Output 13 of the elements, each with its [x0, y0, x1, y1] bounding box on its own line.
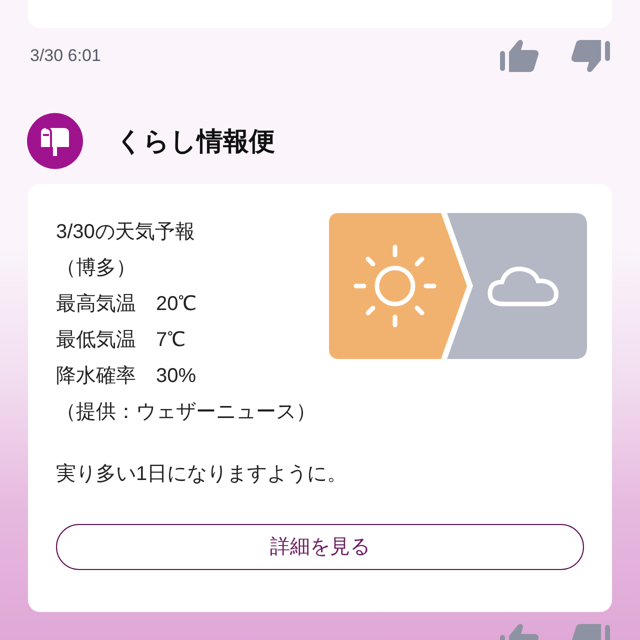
thumbs-up-icon[interactable]: [500, 39, 540, 73]
timestamp: 3/30 6:01: [30, 45, 101, 68]
sender-name: くらし情報便: [116, 124, 275, 158]
forecast-line: 最低気温 7℃: [56, 328, 186, 353]
forecast-line: （提供：ウェザーニュース）: [56, 400, 316, 425]
forecast-line: 3/30の天気予報: [56, 220, 196, 245]
forecast-line: （博多）: [56, 256, 137, 281]
forecast-line: 最高気温 20℃: [56, 292, 198, 317]
details-button[interactable]: 詳細を見る: [56, 524, 584, 570]
thumbs-down-icon[interactable]: [570, 39, 610, 73]
forecast-line: 降水確率 30%: [56, 364, 198, 389]
closing-message: 実り多い1日になりますように。: [56, 462, 348, 487]
mailbox-icon: [27, 113, 83, 169]
